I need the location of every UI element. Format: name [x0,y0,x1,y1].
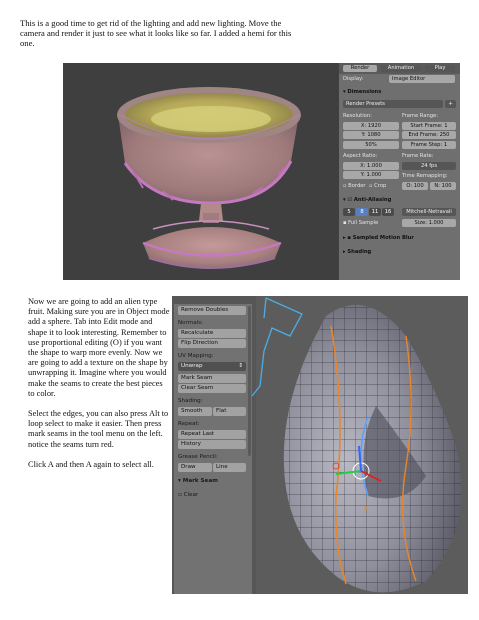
goblet-render [63,63,339,280]
presets-add-button[interactable]: + [445,100,456,108]
frame-range-label: Frame Range: [402,113,438,119]
aa-filter-select[interactable]: Mitchell-Netravali [402,208,456,216]
end-frame-field[interactable]: End Frame: 250 [402,131,456,139]
unwrap-button[interactable]: Unwrap ⇕ [178,362,246,371]
history-button[interactable]: History [178,440,246,449]
clear-seam-button[interactable]: Clear Seam [178,384,246,393]
border-checkbox[interactable]: ▫ Border [343,183,366,189]
recalculate-button[interactable]: Recalculate [178,329,246,338]
3d-viewport [63,63,339,280]
render-tab[interactable]: Render [343,65,377,72]
instruction-paragraph-2: Select the edges, you can also press Alt… [28,409,169,449]
remove-doubles-button[interactable]: Remove Doubles [178,306,246,315]
draw-button[interactable]: Draw [178,463,212,472]
res-percent-field[interactable]: 50% [343,141,399,149]
time-remap-label: Time Remapping: [402,173,448,179]
repeat-label: Repeat: [178,421,200,427]
instruction-paragraph-3: Click A and then A again to select all. [28,459,154,469]
aa-sample-16[interactable]: 16 [382,208,394,216]
edit-mode-screenshot: Remove Doubles Normals: Recalculate Flip… [172,296,468,594]
annotation-arrow [251,297,303,397]
shading-label: Shading: [178,398,203,404]
aa-size-field[interactable]: Size: 1.000 [402,219,456,227]
fps-select[interactable]: 24 fps [402,162,456,170]
shading-header[interactable]: ▸ Shading [343,249,371,255]
remap-new-field[interactable]: N: 100 [430,182,456,190]
instruction-paragraph-1: Now we are going to add an alien type fr… [28,297,170,398]
aspect-y-field[interactable]: Y: 1.000 [343,171,399,179]
aspect-x-field[interactable]: X: 1.000 [343,162,399,170]
frame-step-field[interactable]: Frame Step: 1 [402,141,456,149]
anti-aliasing-header[interactable]: ▾ ☑ Anti-Aliasing [343,197,391,203]
remap-old-field[interactable]: O: 100 [402,182,428,190]
display-label: Display: [343,76,364,82]
operator-header[interactable]: ▾ Mark Seam [178,478,218,484]
flat-button[interactable]: Flat [213,407,246,416]
motion-blur-header[interactable]: ▸ ▪ Sampled Motion Blur [343,235,414,241]
full-sample-checkbox[interactable]: ▪ Full Sample [343,220,378,226]
frame-rate-label: Frame Rate: [402,153,434,159]
display-select[interactable]: Image Editor [389,75,455,83]
properties-panel: Render Animation Play Display: Image Edi… [339,63,460,280]
animation-tab[interactable]: Animation [381,65,421,72]
render-presets-select[interactable]: Render Presets [343,100,443,108]
crop-checkbox[interactable]: ▫ Crop [369,183,386,189]
smooth-button[interactable]: Smooth [178,407,212,416]
clear-checkbox[interactable]: ▫ Clear [178,492,198,498]
res-x-field[interactable]: X: 1920 [343,122,399,130]
normals-label: Normals: [178,320,204,326]
resolution-label: Resolution: [343,113,372,119]
line-button[interactable]: Line [213,463,246,472]
grease-pencil-label: Grease Pencil: [178,454,218,460]
uv-mapping-label: UV Mapping: [178,353,214,359]
aa-sample-8[interactable]: 8 [356,208,368,216]
tool-shelf: Remove Doubles Normals: Recalculate Flip… [174,304,252,594]
repeat-last-button[interactable]: Repeat Last [178,430,246,439]
res-y-field[interactable]: Y: 1080 [343,131,399,139]
aa-sample-11[interactable]: 11 [369,208,381,216]
start-frame-field[interactable]: Start Frame: 1 [402,122,456,130]
aa-sample-5[interactable]: 5 [343,208,355,216]
mark-seam-button[interactable]: Mark Seam [178,374,246,383]
play-tab[interactable]: Play [425,65,455,72]
aspect-label: Aspect Ratio: [343,153,378,159]
flip-direction-button[interactable]: Flip Direction [178,339,246,348]
instructions-column: Now we are going to add an alien type fr… [28,297,170,480]
intro-paragraph: This is a good time to get rid of the li… [20,18,292,49]
render-screenshot: Render Animation Play Display: Image Edi… [63,63,460,280]
dimensions-header[interactable]: ▾ Dimensions [343,89,381,95]
